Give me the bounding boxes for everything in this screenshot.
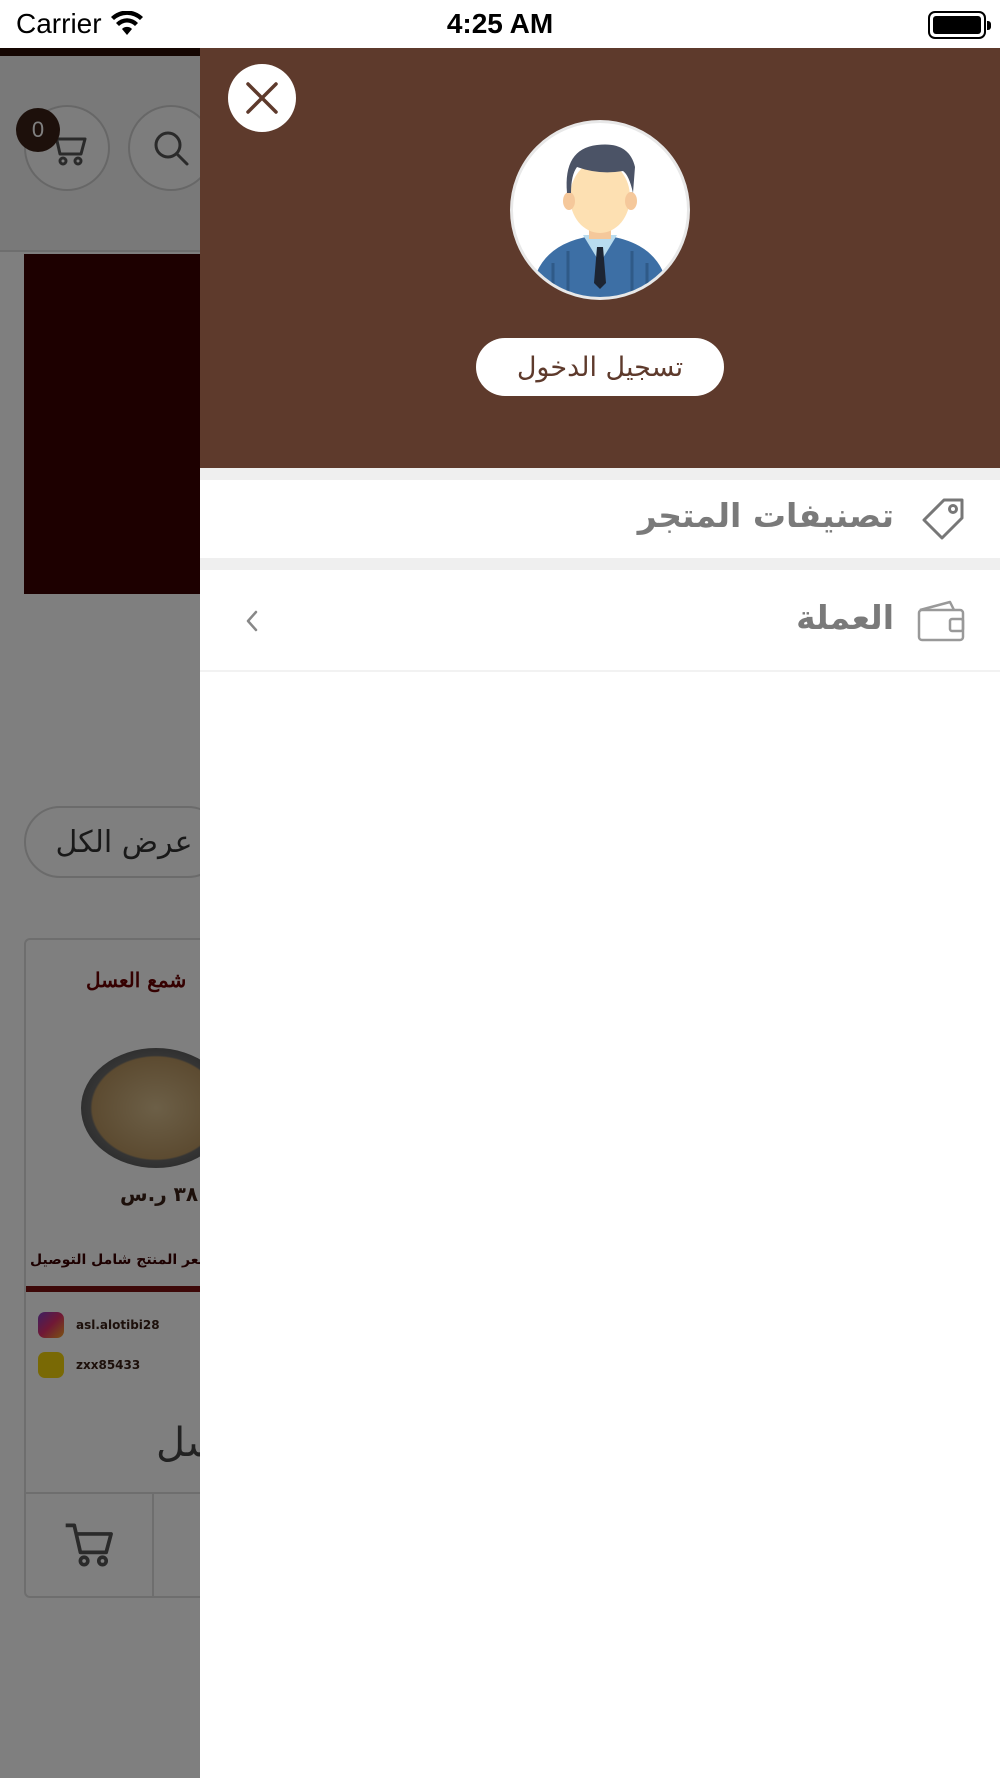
wallet-icon <box>917 600 965 642</box>
login-button[interactable]: تسجيل الدخول <box>476 338 724 396</box>
user-avatar <box>510 120 690 300</box>
drawer-header: تسجيل الدخول <box>200 48 1000 468</box>
battery-icon <box>928 11 991 39</box>
carrier-label: Carrier <box>16 8 102 39</box>
user-avatar-icon <box>531 144 669 297</box>
carrier-info: Carrier <box>16 8 144 40</box>
section-separator <box>200 468 1000 480</box>
divider <box>200 670 1000 672</box>
menu-item-currency[interactable]: العملة <box>200 570 1000 670</box>
status-time: 4:25 AM <box>446 8 554 39</box>
section-separator <box>200 558 1000 570</box>
close-button[interactable] <box>228 64 296 132</box>
menu-item-label: العملة <box>796 598 894 637</box>
menu-item-store-categories[interactable]: تصنيفات المتجر <box>200 480 1000 558</box>
close-icon <box>246 82 278 114</box>
side-drawer: تسجيل الدخول تصنيفات المتجر العملة <box>200 48 1000 1778</box>
wifi-icon <box>110 11 143 35</box>
menu-item-label: تصنيفات المتجر <box>637 496 894 535</box>
chevron-left-icon <box>246 610 258 632</box>
tag-icon <box>922 498 964 540</box>
status-bar: Carrier 4:25 AM <box>0 0 1000 48</box>
